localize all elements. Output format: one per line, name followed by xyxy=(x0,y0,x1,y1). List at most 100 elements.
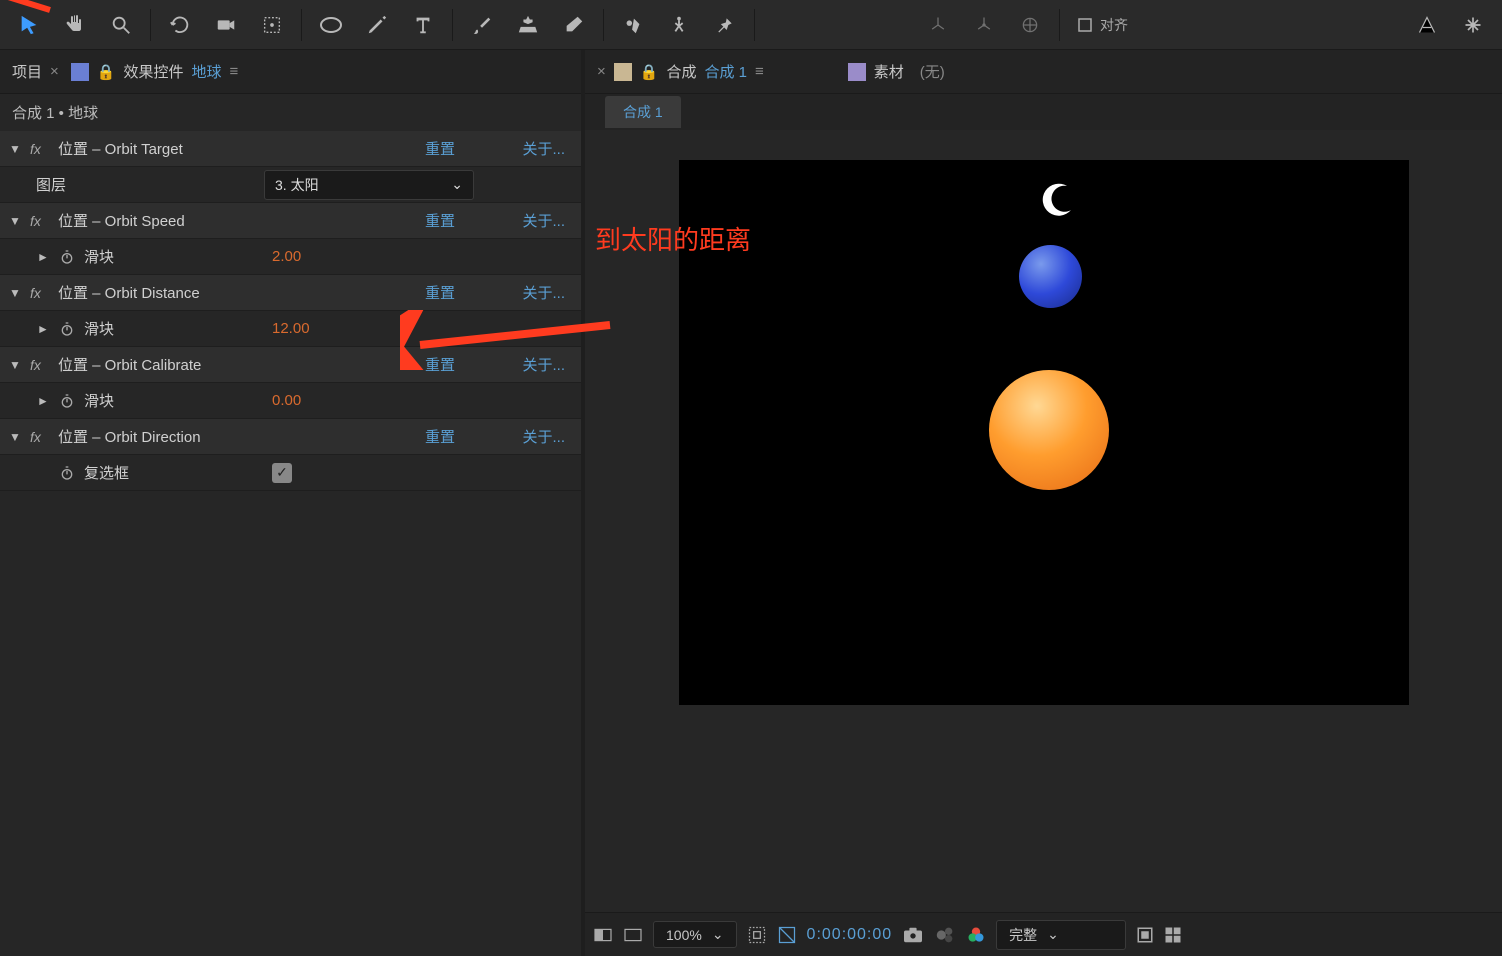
moon-shape xyxy=(1039,180,1079,220)
rotobrush-tool[interactable] xyxy=(612,6,654,44)
stopwatch-icon[interactable] xyxy=(58,248,76,266)
composition-viewer[interactable]: 到太阳的距离 xyxy=(585,130,1502,912)
material-value: (无) xyxy=(920,61,945,82)
reset-button[interactable]: 重置 xyxy=(425,210,497,231)
panel-menu-icon[interactable]: ≡ xyxy=(230,63,239,80)
stopwatch-icon[interactable] xyxy=(58,464,76,482)
prop-label: 滑块 xyxy=(84,318,264,339)
puppet-tool[interactable] xyxy=(658,6,700,44)
twisty-icon[interactable]: ▼ xyxy=(8,286,22,300)
right-panel: × 🔒 合成 合成 1 ≡ 素材 (无) 合成 1 xyxy=(585,50,1502,956)
stopwatch-icon[interactable] xyxy=(58,320,76,338)
selection-tool[interactable] xyxy=(8,6,50,44)
left-panel-tabs: 项目 × 🔒 效果控件 地球 ≡ xyxy=(0,50,581,94)
mask-icon[interactable] xyxy=(777,925,797,945)
effect-prop-checkbox: 复选框 ✓ xyxy=(0,455,581,491)
effect-name: 位置 – Orbit Speed xyxy=(58,210,417,231)
effect-name: 位置 – Orbit Calibrate xyxy=(58,354,417,375)
about-button[interactable]: 关于... xyxy=(505,210,565,231)
right-panel-tabs: × 🔒 合成 合成 1 ≡ 素材 (无) xyxy=(585,50,1502,94)
color-management-icon[interactable] xyxy=(966,925,986,945)
layer-color-chip xyxy=(71,63,89,81)
eraser-tool[interactable] xyxy=(553,6,595,44)
timecode[interactable]: 0:00:00:00 xyxy=(807,926,893,944)
layer-dropdown[interactable]: 3. 太阳 ⌄ xyxy=(264,170,474,200)
snap-edge-icon[interactable] xyxy=(1406,6,1448,44)
fx-icon[interactable]: fx xyxy=(30,285,50,301)
fx-icon[interactable]: fx xyxy=(30,213,50,229)
rotation-tool[interactable] xyxy=(159,6,201,44)
twisty-icon[interactable]: ► xyxy=(36,394,50,408)
checkbox-input[interactable]: ✓ xyxy=(272,463,292,483)
3d-axis-local-icon[interactable] xyxy=(917,6,959,44)
text-tool[interactable] xyxy=(402,6,444,44)
comp-tab[interactable]: 合成 1 xyxy=(605,96,681,128)
slider-value[interactable]: 12.00 xyxy=(272,320,310,337)
material-label: 素材 xyxy=(874,61,904,82)
hand-tool[interactable] xyxy=(54,6,96,44)
stopwatch-icon[interactable] xyxy=(58,392,76,410)
twisty-icon[interactable]: ▼ xyxy=(8,430,22,444)
lock-icon[interactable]: 🔒 xyxy=(640,63,659,81)
camera-tool[interactable] xyxy=(205,6,247,44)
view-options-icon[interactable] xyxy=(1164,926,1182,944)
shape-tool[interactable] xyxy=(310,6,352,44)
about-button[interactable]: 关于... xyxy=(505,282,565,303)
reset-button[interactable]: 重置 xyxy=(425,354,497,375)
snap-center-icon[interactable] xyxy=(1452,6,1494,44)
3d-axis-world-icon[interactable] xyxy=(963,6,1005,44)
sun-shape xyxy=(989,370,1109,490)
comp-link[interactable]: 合成 1 xyxy=(704,61,747,82)
fx-icon[interactable]: fx xyxy=(30,357,50,373)
composition-tab[interactable]: × 🔒 合成 合成 1 ≡ xyxy=(597,61,764,82)
left-panel: 项目 × 🔒 效果控件 地球 ≡ 合成 1 • 地球 ▼ fx 位置 – Orb… xyxy=(0,50,585,956)
grid-icon[interactable] xyxy=(1136,926,1154,944)
twisty-icon[interactable]: ► xyxy=(36,322,50,336)
tab-prefix: 效果控件 xyxy=(123,61,183,82)
toggle-alpha-icon[interactable] xyxy=(593,927,613,943)
prop-label: 复选框 xyxy=(84,462,264,483)
fx-icon[interactable]: fx xyxy=(30,429,50,445)
pan-behind-tool[interactable] xyxy=(251,6,293,44)
resolution-icon[interactable] xyxy=(747,925,767,945)
twisty-icon[interactable]: ▼ xyxy=(8,358,22,372)
about-button[interactable]: 关于... xyxy=(505,354,565,375)
slider-value[interactable]: 2.00 xyxy=(272,248,301,265)
chevron-down-icon: ⌄ xyxy=(451,176,463,193)
brush-tool[interactable] xyxy=(461,6,503,44)
effect-header-orbit-direction: ▼ fx 位置 – Orbit Direction 重置 关于... xyxy=(0,419,581,455)
twisty-icon[interactable]: ► xyxy=(36,250,50,264)
reset-button[interactable]: 重置 xyxy=(425,426,497,447)
project-tab[interactable]: 项目 × xyxy=(12,61,59,82)
panel-menu-icon[interactable]: ≡ xyxy=(755,63,764,80)
pen-tool[interactable] xyxy=(356,6,398,44)
reset-button[interactable]: 重置 xyxy=(425,138,497,159)
composition-canvas xyxy=(679,160,1409,705)
snapshot-icon[interactable] xyxy=(902,926,924,944)
zoom-dropdown[interactable]: 100% ⌄ xyxy=(653,921,737,948)
lock-icon[interactable]: 🔒 xyxy=(97,63,116,81)
3d-axis-view-icon[interactable] xyxy=(1009,6,1051,44)
quality-dropdown[interactable]: 完整 ⌄ xyxy=(996,920,1126,950)
footage-tab[interactable]: 素材 (无) xyxy=(848,61,945,82)
reset-button[interactable]: 重置 xyxy=(425,282,497,303)
annotation-text: 到太阳的距离 xyxy=(595,220,751,257)
close-icon[interactable]: × xyxy=(597,63,606,80)
align-label: 对齐 xyxy=(1100,15,1128,35)
slider-value[interactable]: 0.00 xyxy=(272,392,301,409)
effect-controls-tab[interactable]: 🔒 效果控件 地球 ≡ xyxy=(71,61,238,82)
close-icon[interactable]: × xyxy=(50,63,59,80)
about-button[interactable]: 关于... xyxy=(505,426,565,447)
zoom-tool[interactable] xyxy=(100,6,142,44)
pin-tool[interactable] xyxy=(704,6,746,44)
fx-icon[interactable]: fx xyxy=(30,141,50,157)
about-button[interactable]: 关于... xyxy=(505,138,565,159)
twisty-icon[interactable]: ▼ xyxy=(8,142,22,156)
effect-header-orbit-distance: ▼ fx 位置 – Orbit Distance 重置 关于... xyxy=(0,275,581,311)
clone-stamp-tool[interactable] xyxy=(507,6,549,44)
layer-link[interactable]: 地球 xyxy=(191,61,221,82)
snap-group[interactable]: 对齐 xyxy=(1068,15,1136,35)
twisty-icon[interactable]: ▼ xyxy=(8,214,22,228)
show-channel-icon[interactable] xyxy=(934,924,956,946)
toggle-transparency-icon[interactable] xyxy=(623,927,643,943)
